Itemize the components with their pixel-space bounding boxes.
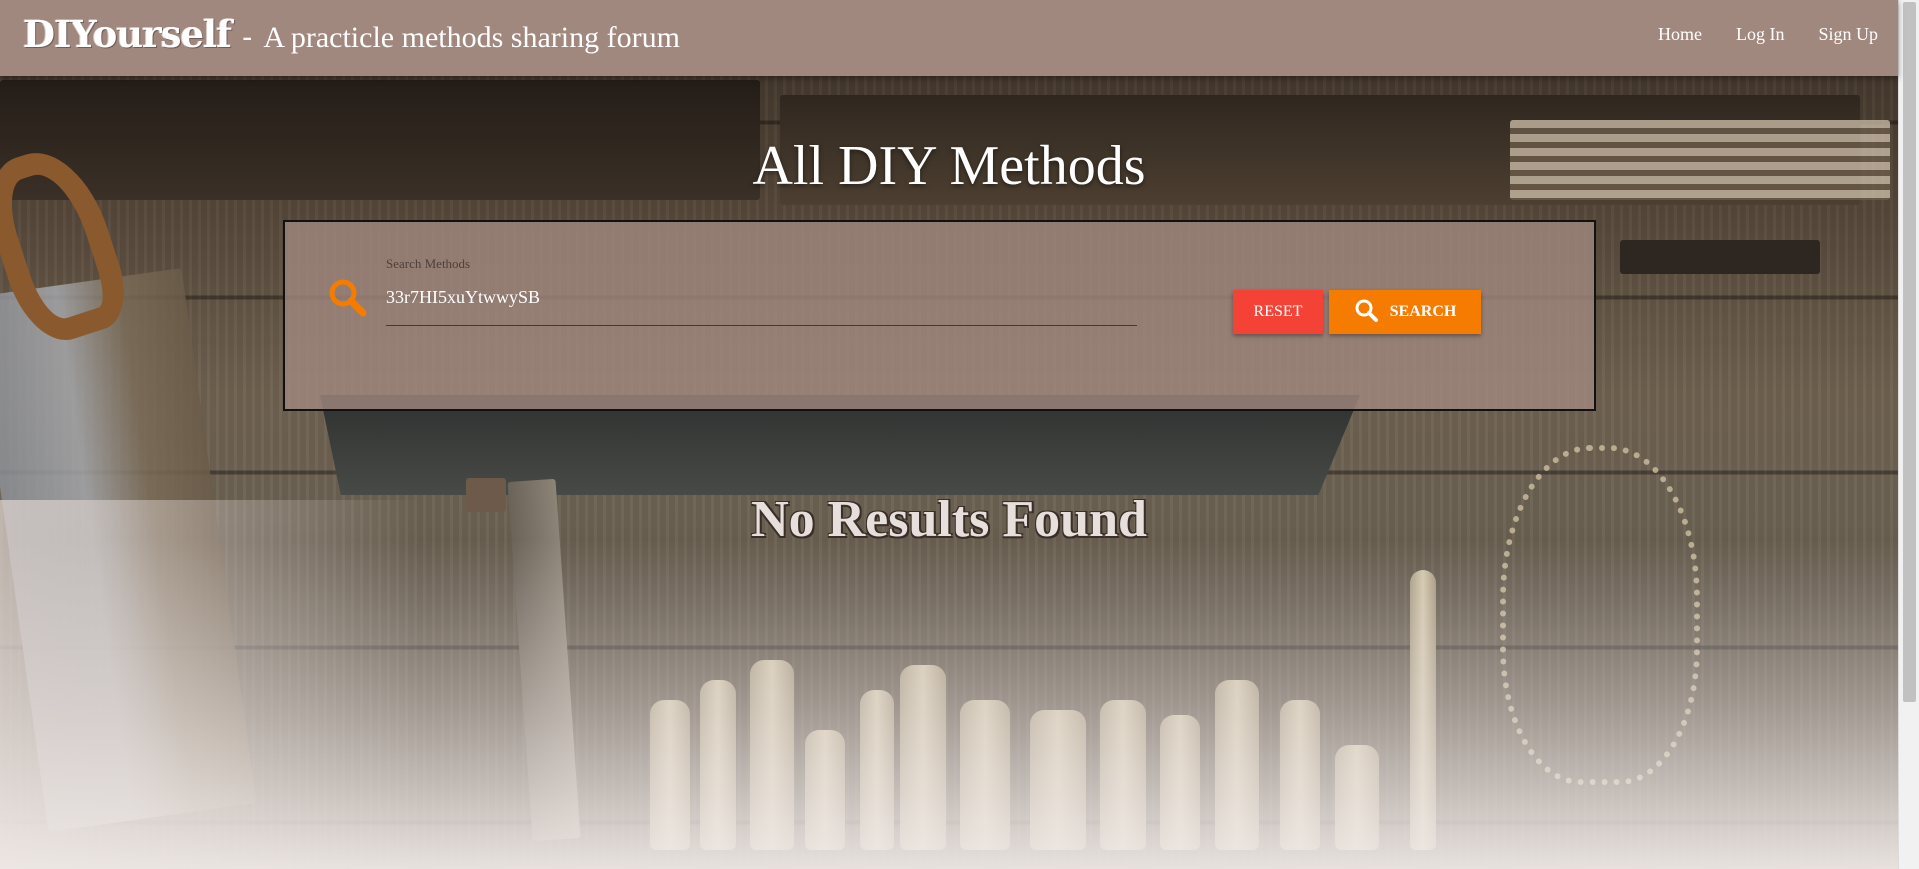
nav-home-link[interactable]: Home bbox=[1658, 24, 1702, 45]
nav-signup-link[interactable]: Sign Up bbox=[1818, 24, 1878, 45]
page-scrollbar[interactable] bbox=[1898, 0, 1919, 869]
brand-link[interactable]: DIYourself - A practicle methods sharing… bbox=[23, 12, 680, 56]
background-fade bbox=[0, 540, 1898, 869]
search-label: Search Methods bbox=[386, 256, 471, 271]
background-image bbox=[0, 0, 1898, 869]
navbar: DIYourself - A practicle methods sharing… bbox=[0, 0, 1898, 76]
no-results-message: No Results Found bbox=[751, 491, 1147, 548]
search-button-icon bbox=[1354, 298, 1378, 327]
search-button[interactable]: SEARCH bbox=[1329, 290, 1481, 334]
search-icon bbox=[327, 277, 367, 317]
search-button-label: SEARCH bbox=[1389, 303, 1457, 320]
nav-links: Home Log In Sign Up bbox=[1658, 24, 1878, 45]
page-title: All DIY Methods bbox=[752, 135, 1146, 197]
search-panel: Search Methods RESET SEARCH bbox=[283, 220, 1596, 411]
reset-button-label: RESET bbox=[1253, 303, 1303, 320]
search-input[interactable] bbox=[386, 282, 1137, 326]
brand-tagline: A practicle methods sharing forum bbox=[263, 21, 680, 54]
nav-login-link[interactable]: Log In bbox=[1736, 24, 1785, 45]
brand-separator: - bbox=[242, 20, 253, 55]
scrollbar-thumb[interactable] bbox=[1903, 2, 1916, 702]
brand-logo: DIYourself bbox=[23, 12, 232, 56]
reset-button[interactable]: RESET bbox=[1233, 290, 1323, 334]
background-chisel bbox=[1620, 240, 1820, 274]
